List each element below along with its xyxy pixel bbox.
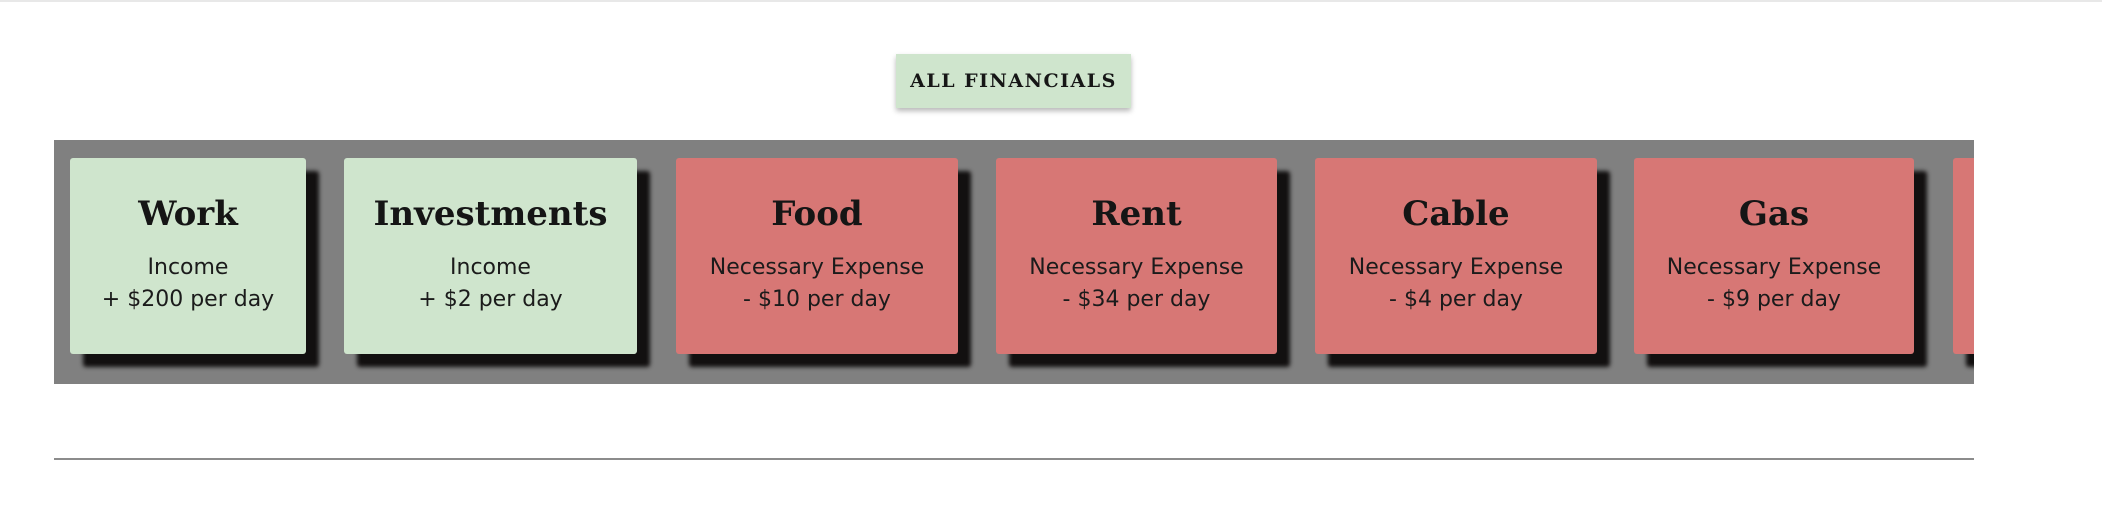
- card-amount: - $34 per day: [1062, 287, 1211, 312]
- card-type: Necessary Expense: [709, 255, 925, 280]
- card-title: Food: [771, 194, 863, 234]
- card-food[interactable]: Food Necessary Expense - $10 per day: [676, 158, 958, 354]
- card-amount: - $9 per day: [1707, 287, 1841, 312]
- card-amount: + $200 per day: [101, 287, 275, 312]
- card-investments[interactable]: Investments Income + $2 per day: [344, 158, 637, 354]
- card-amount: + $2 per day: [418, 287, 563, 312]
- card-cable[interactable]: Cable Necessary Expense - $4 per day: [1315, 158, 1597, 354]
- card-type: Necessary Expense: [1029, 255, 1244, 280]
- card-title: Gas: [1738, 194, 1810, 234]
- card-title: Work: [138, 194, 238, 234]
- all-financials-button[interactable]: ALL FINANCIALS: [896, 54, 1131, 108]
- card-rent[interactable]: Rent Necessary Expense - $34 per day: [996, 158, 1277, 354]
- card-amount: - $10 per day: [743, 287, 891, 312]
- card-title: Cable: [1402, 194, 1510, 234]
- card-type: Income: [450, 255, 531, 280]
- card-type: Necessary Expense: [1666, 255, 1882, 280]
- card-title: Investments: [373, 194, 608, 234]
- financial-cards-strip[interactable]: Work Income + $200 per day Investments I…: [54, 140, 1974, 384]
- card-work[interactable]: Work Income + $200 per day: [70, 158, 306, 354]
- card-amount: - $4 per day: [1389, 287, 1523, 312]
- card-type: Income: [147, 255, 229, 280]
- top-border: [0, 0, 2102, 2]
- card-gas[interactable]: Gas Necessary Expense - $9 per day: [1634, 158, 1914, 354]
- card-partial[interactable]: [1953, 158, 1974, 354]
- card-title: Rent: [1091, 194, 1182, 234]
- divider: [54, 458, 1974, 460]
- card-type: Necessary Expense: [1348, 255, 1564, 280]
